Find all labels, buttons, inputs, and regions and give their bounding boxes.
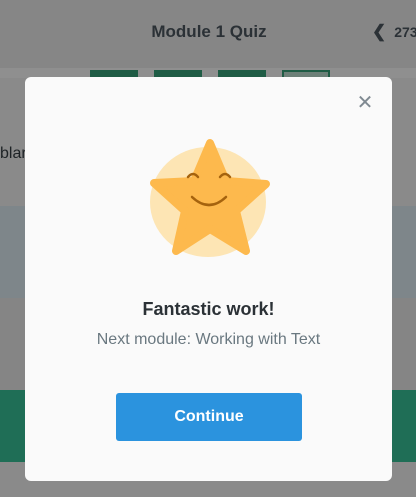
next-module-text: Next module: Working with Text bbox=[96, 331, 321, 348]
page-title: Module 1 Quiz bbox=[151, 22, 267, 41]
continue-button[interactable]: Continue bbox=[116, 393, 302, 441]
star-illustration bbox=[148, 137, 273, 262]
question-text: blar bbox=[0, 145, 27, 162]
chevron-left-icon: ❮ bbox=[372, 22, 387, 41]
completion-modal: ✕ Fantastic work! Next module: Working w… bbox=[25, 77, 392, 481]
back-count: 273 bbox=[394, 24, 416, 40]
back-button[interactable]: ❮ 273 bbox=[372, 22, 416, 42]
close-icon[interactable]: ✕ bbox=[356, 93, 374, 113]
quiz-header: Module 1 Quiz ❮ 273 bbox=[0, 0, 416, 68]
smiling-star-icon bbox=[150, 139, 270, 257]
modal-title: Fantastic work! bbox=[142, 299, 275, 319]
